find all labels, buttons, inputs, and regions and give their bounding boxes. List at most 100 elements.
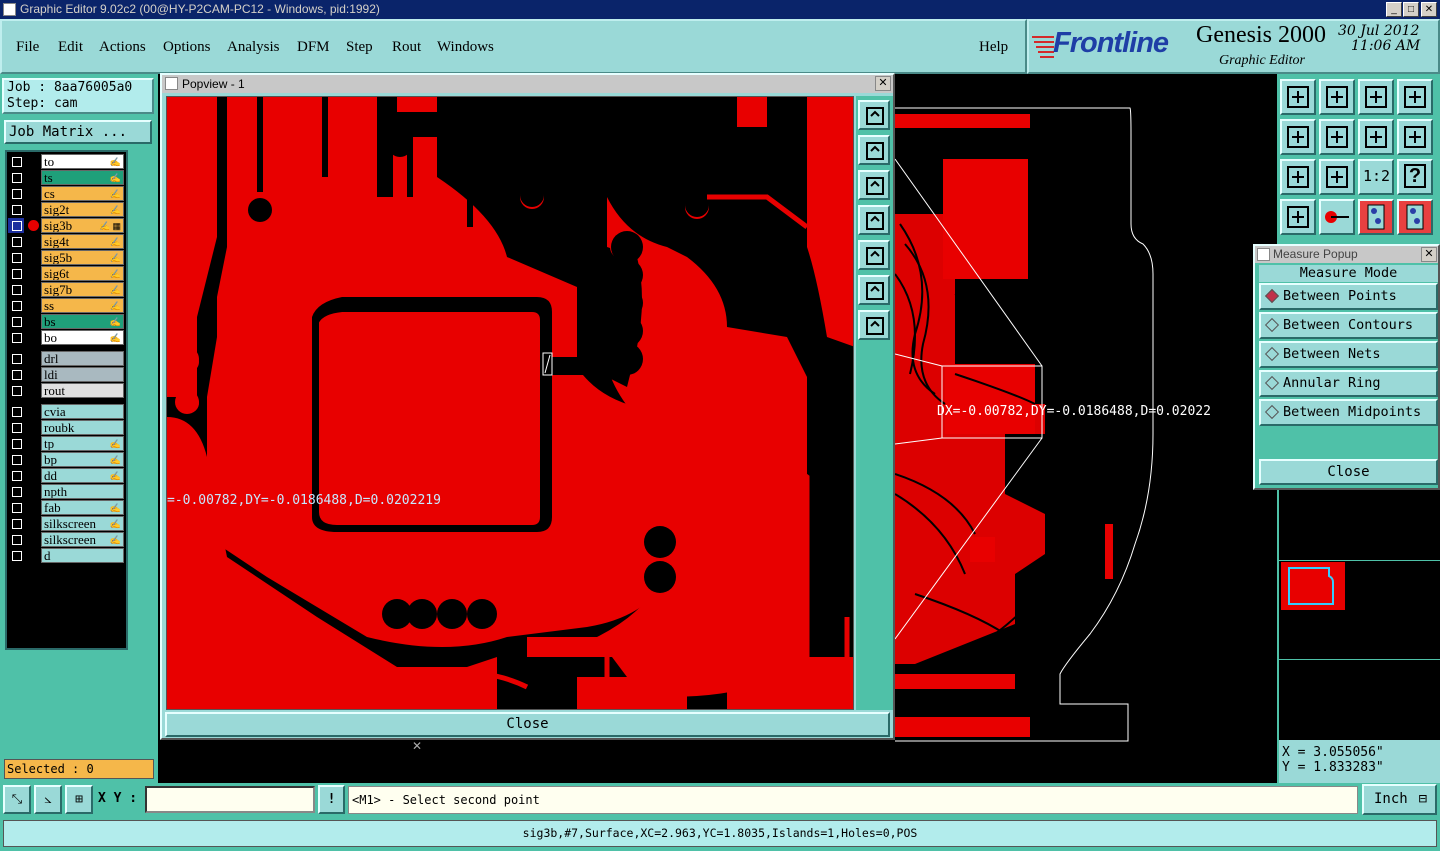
layer-name[interactable]: roubk bbox=[41, 420, 124, 435]
layer-row[interactable]: ss ✍ bbox=[8, 298, 124, 313]
layer-row[interactable]: bo ✍ bbox=[8, 330, 124, 345]
layer-name[interactable]: tp ✍ bbox=[41, 436, 124, 451]
layer-work-indicator[interactable] bbox=[26, 436, 40, 451]
layer-row[interactable]: dd ✍ bbox=[8, 468, 124, 483]
layer-name[interactable]: bo ✍ bbox=[41, 330, 124, 345]
home-icon[interactable] bbox=[1358, 79, 1394, 115]
layer-checkbox[interactable] bbox=[8, 202, 24, 217]
layer-name[interactable]: drl bbox=[41, 351, 124, 366]
measure-tool-icon[interactable]: ⦣ bbox=[34, 785, 62, 814]
layer-work-indicator[interactable] bbox=[26, 367, 40, 382]
measure-close-button[interactable]: Close bbox=[1259, 459, 1438, 485]
layer-row[interactable]: sig3b ✍ ▦ bbox=[8, 218, 124, 233]
layer-row[interactable]: d bbox=[8, 548, 124, 563]
layer-name[interactable]: sig4t ✍ bbox=[41, 234, 124, 249]
layer-work-indicator[interactable] bbox=[26, 218, 40, 233]
zoom-fit-icon[interactable] bbox=[1280, 159, 1316, 195]
menu-edit[interactable]: Edit bbox=[58, 39, 83, 56]
layer-checkbox[interactable] bbox=[8, 420, 24, 435]
menu-step[interactable]: Step bbox=[346, 39, 373, 56]
layer-name[interactable]: bs ✍ bbox=[41, 314, 124, 329]
layer-work-indicator[interactable] bbox=[26, 330, 40, 345]
measure-option[interactable]: Between Contours bbox=[1259, 312, 1438, 339]
layer-name[interactable]: sig5b ✍ bbox=[41, 250, 124, 265]
layer-checkbox[interactable] bbox=[8, 250, 24, 265]
pan-down-icon[interactable] bbox=[858, 170, 890, 200]
layer-name[interactable]: dd ✍ bbox=[41, 468, 124, 483]
layer-name[interactable]: cs ✍ bbox=[41, 186, 124, 201]
layer-row[interactable]: bs ✍ bbox=[8, 314, 124, 329]
zoom-window-icon[interactable] bbox=[858, 100, 890, 130]
layer-row[interactable]: cvia bbox=[8, 404, 124, 419]
measure-option[interactable]: Between Midpoints bbox=[1259, 399, 1438, 426]
layer-row[interactable]: ldi bbox=[8, 367, 124, 382]
layer-work-indicator[interactable] bbox=[26, 250, 40, 265]
layer-checkbox[interactable] bbox=[8, 218, 24, 233]
layer-work-indicator[interactable] bbox=[26, 186, 40, 201]
layer-row[interactable]: rout bbox=[8, 383, 124, 398]
layer-work-indicator[interactable] bbox=[26, 154, 40, 169]
center-icon[interactable] bbox=[1319, 159, 1355, 195]
layer-work-indicator[interactable] bbox=[26, 170, 40, 185]
layer-work-indicator[interactable] bbox=[26, 516, 40, 531]
layer-work-indicator[interactable] bbox=[26, 266, 40, 281]
popview-close-icon[interactable]: ✕ bbox=[875, 76, 891, 91]
layer-name[interactable]: silkscreen ✍ bbox=[41, 532, 124, 547]
layer-name[interactable]: bp ✍ bbox=[41, 452, 124, 467]
job-matrix-button[interactable]: Job Matrix ... bbox=[4, 120, 152, 144]
layer-row[interactable]: silkscreen ✍ bbox=[8, 516, 124, 531]
layer-row[interactable]: roubk bbox=[8, 420, 124, 435]
layer-work-indicator[interactable] bbox=[26, 484, 40, 499]
xy-input[interactable] bbox=[145, 786, 315, 813]
layer-work-indicator[interactable] bbox=[26, 298, 40, 313]
layer-name[interactable]: npth bbox=[41, 484, 124, 499]
layer-checkbox[interactable] bbox=[8, 186, 24, 201]
layer-name[interactable]: ts ✍ bbox=[41, 170, 124, 185]
layer-checkbox[interactable] bbox=[8, 500, 24, 515]
layer-checkbox[interactable] bbox=[8, 367, 24, 382]
layer-checkbox[interactable] bbox=[8, 548, 24, 563]
layer-checkbox[interactable] bbox=[8, 154, 24, 169]
menu-help[interactable]: Help bbox=[979, 39, 1008, 56]
main-graphic-canvas[interactable]: DX=-0.00782,DY=-0.0186488,D=0.02022 bbox=[895, 74, 1277, 783]
layer-checkbox[interactable] bbox=[8, 351, 24, 366]
menu-analysis[interactable]: Analysis bbox=[227, 39, 280, 56]
layer-row[interactable]: sig2t ✍ bbox=[8, 202, 124, 217]
layer-name[interactable]: sig2t ✍ bbox=[41, 202, 124, 217]
layer-work-indicator[interactable] bbox=[26, 452, 40, 467]
net-select-icon[interactable] bbox=[1397, 199, 1433, 235]
menu-rout[interactable]: Rout bbox=[392, 39, 421, 56]
layer-row[interactable]: cs ✍ bbox=[8, 186, 124, 201]
layer-row[interactable]: sig5b ✍ bbox=[8, 250, 124, 265]
menu-options[interactable]: Options bbox=[163, 39, 211, 56]
layer-work-indicator[interactable] bbox=[26, 500, 40, 515]
layer-row[interactable]: silkscreen ✍ bbox=[8, 532, 124, 547]
layer-row[interactable]: ts ✍ bbox=[8, 170, 124, 185]
layer-name[interactable]: cvia bbox=[41, 404, 124, 419]
layer-checkbox[interactable] bbox=[8, 532, 24, 547]
minimize-button[interactable]: _ bbox=[1386, 2, 1402, 17]
layer-row[interactable]: npth bbox=[8, 484, 124, 499]
layer-work-indicator[interactable] bbox=[26, 314, 40, 329]
layer-checkbox[interactable] bbox=[8, 314, 24, 329]
zoom-home-icon[interactable] bbox=[858, 275, 890, 305]
layer-name[interactable]: sig7b ✍ bbox=[41, 282, 124, 297]
layer-name[interactable]: fab ✍ bbox=[41, 500, 124, 515]
layer-work-indicator[interactable] bbox=[26, 383, 40, 398]
layer-name[interactable]: rout bbox=[41, 383, 124, 398]
layer-row[interactable]: sig6t ✍ bbox=[8, 266, 124, 281]
layer-checkbox[interactable] bbox=[8, 282, 24, 297]
layer-checkbox[interactable] bbox=[8, 170, 24, 185]
layer-row[interactable]: to ✍ bbox=[8, 154, 124, 169]
probe-icon[interactable] bbox=[1319, 199, 1355, 235]
layer-name[interactable]: sig3b ✍ ▦ bbox=[41, 218, 124, 233]
page-right-icon[interactable] bbox=[1319, 119, 1355, 155]
layer-row[interactable]: tp ✍ bbox=[8, 436, 124, 451]
layer-checkbox[interactable] bbox=[8, 484, 24, 499]
layer-name[interactable]: ldi bbox=[41, 367, 124, 382]
layer-checkbox[interactable] bbox=[8, 330, 24, 345]
page-down-icon[interactable] bbox=[1319, 79, 1355, 115]
layer-checkbox[interactable] bbox=[8, 298, 24, 313]
layer-work-indicator[interactable] bbox=[26, 532, 40, 547]
maximize-button[interactable]: □ bbox=[1403, 2, 1419, 17]
